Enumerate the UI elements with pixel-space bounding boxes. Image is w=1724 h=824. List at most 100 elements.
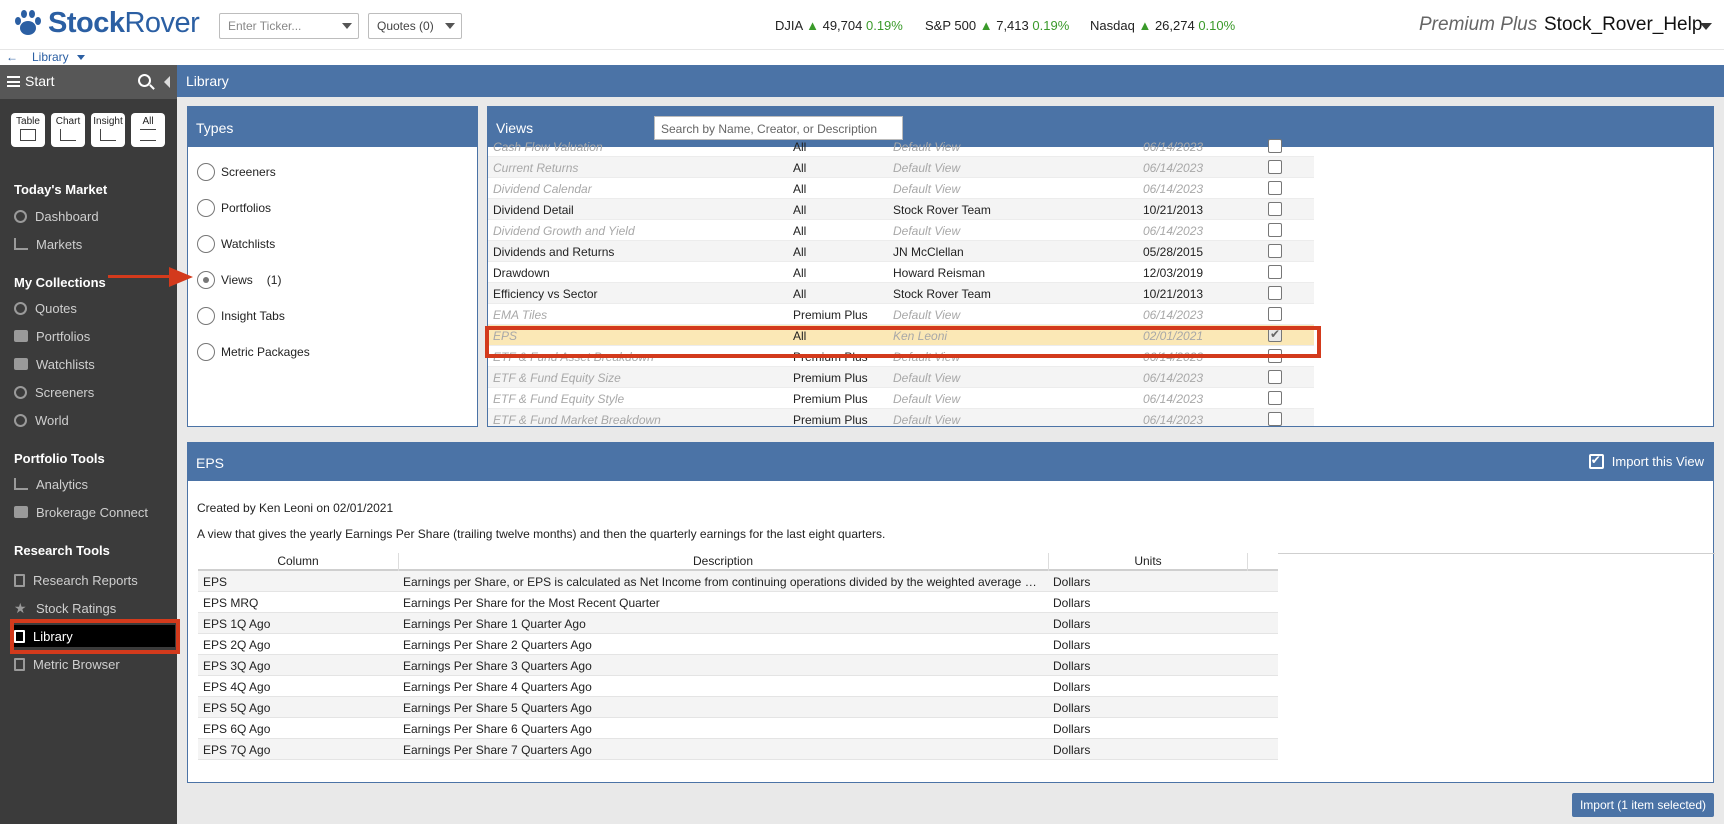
import-this-view-checkbox[interactable]: Import this View — [1588, 453, 1704, 469]
view-import-checkbox[interactable] — [1268, 139, 1282, 153]
chevron-down-icon[interactable] — [342, 23, 352, 29]
sidebar-item-markets[interactable]: Markets — [14, 233, 174, 255]
chevron-down-icon[interactable] — [445, 23, 455, 29]
view-name: ETF & Fund Equity Size — [493, 371, 621, 385]
radio-button[interactable] — [197, 235, 215, 253]
cell-units: Dollars — [1053, 722, 1091, 736]
radio-button[interactable] — [197, 163, 215, 181]
view-row[interactable]: Dividend Growth and Yield All Default View… — [488, 220, 1314, 241]
view-import-checkbox[interactable] — [1268, 202, 1282, 216]
view-row[interactable]: ETF & Fund Equity Style Premium Plus Defau… — [488, 388, 1314, 409]
view-import-checkbox[interactable] — [1268, 244, 1282, 258]
index-name: Nasdaq — [1090, 18, 1135, 33]
view-row[interactable]: EMA Tiles Premium Plus Default View 06/14/2… — [488, 304, 1314, 325]
type-radio-screeners[interactable]: Screeners — [197, 162, 276, 182]
view-tier: All — [793, 161, 807, 175]
view-tier: All — [793, 287, 807, 301]
index-change: 0.10% — [1198, 18, 1236, 33]
views-scrollbar[interactable] — [1705, 147, 1713, 426]
sidebar-item-stock-ratings[interactable]: ★ Stock Ratings — [14, 597, 174, 619]
quick-insight-button[interactable]: Insight — [91, 113, 125, 147]
quick-table-button[interactable]: Table — [11, 113, 45, 147]
sidebar-item-screeners[interactable]: Screeners — [14, 381, 174, 403]
quick-chart-button[interactable]: Chart — [51, 113, 85, 147]
up-arrow-icon: ▲ — [979, 18, 993, 33]
index-nasdaq[interactable]: Nasdaq ▲ 26,274 0.10% — [1090, 18, 1235, 33]
radio-button[interactable] — [197, 199, 215, 217]
sidebar-item-brokerage-connect[interactable]: Brokerage Connect — [14, 501, 174, 523]
breadcrumb-library[interactable]: Library — [32, 50, 69, 64]
sidebar-header: Start — [0, 65, 177, 99]
radio-button[interactable] — [197, 307, 215, 325]
sidebar-item-label: Watchlists — [36, 356, 95, 372]
view-row[interactable]: Efficiency vs Sector All Stock Rover Team 1… — [488, 283, 1314, 304]
view-import-checkbox[interactable] — [1268, 307, 1282, 321]
cell-units: Dollars — [1053, 701, 1091, 715]
types-panel: Types Screeners Portfolios Watchlists Vi… — [187, 106, 478, 427]
table-row: EPS 6Q Ago Earnings Per Share 6 Quarters … — [198, 718, 1278, 739]
checkbox-checked-icon[interactable] — [1588, 453, 1604, 469]
view-import-checkbox[interactable] — [1268, 412, 1282, 426]
chevron-down-icon[interactable] — [1700, 23, 1712, 30]
index-change: 0.19% — [1032, 18, 1070, 33]
header-description[interactable]: Description — [398, 554, 1048, 568]
sidebar-item-research-reports[interactable]: Research Reports — [14, 569, 174, 591]
quotes-icon — [14, 301, 27, 315]
view-date: 06/14/2023 — [1143, 308, 1204, 322]
sidebar-item-portfolios[interactable]: Portfolios — [14, 325, 174, 347]
back-arrow-icon[interactable]: ← — [6, 50, 18, 64]
view-import-checkbox[interactable] — [1268, 265, 1282, 279]
radio-button-selected[interactable] — [197, 271, 215, 289]
sidebar-title[interactable]: Start — [25, 73, 55, 89]
sidebar-item-metric-browser[interactable]: Metric Browser — [14, 653, 174, 675]
view-date: 05/28/2015 — [1143, 245, 1204, 259]
type-radio-insight-tabs[interactable]: Insight Tabs — [197, 306, 285, 326]
view-creator: JN McClellan — [893, 245, 964, 259]
type-radio-metric-packages[interactable]: Metric Packages — [197, 342, 310, 362]
import-this-view-label: Import this View — [1611, 454, 1704, 469]
quick-all-button[interactable]: All — [131, 113, 165, 147]
sidebar-item-analytics[interactable]: Analytics — [14, 473, 174, 495]
header-units[interactable]: Units — [1048, 554, 1248, 568]
view-creator: Default View — [893, 182, 961, 196]
menu-icon[interactable] — [7, 76, 20, 87]
stockrover-logo[interactable]: StockRover — [14, 6, 200, 40]
view-import-checkbox[interactable] — [1268, 286, 1282, 300]
user-menu[interactable]: Stock_Rover_Help — [1544, 14, 1702, 36]
view-import-checkbox[interactable] — [1268, 370, 1282, 384]
view-row[interactable]: Cash Flow Valuation All Default View 06/14/… — [488, 136, 1314, 157]
sidebar-item-watchlists[interactable]: Watchlists — [14, 353, 174, 375]
view-row[interactable]: ETF & Fund Equity Size Premium Plus Defaul… — [488, 367, 1314, 388]
import-button[interactable]: Import (1 item selected) — [1572, 793, 1714, 817]
index-change: 0.19% — [865, 18, 903, 33]
view-import-checkbox[interactable] — [1268, 181, 1282, 195]
search-icon[interactable] — [138, 74, 151, 87]
view-row[interactable]: ETF & Fund Market Breakdown Premium Plus D… — [488, 409, 1314, 426]
view-import-checkbox[interactable] — [1268, 160, 1282, 174]
ticker-input[interactable]: Enter Ticker... — [219, 13, 359, 39]
index-djia[interactable]: DJIA ▲ 49,704 0.19% — [775, 18, 903, 33]
view-row[interactable]: Current Returns All Default View 06/14/2023 — [488, 157, 1314, 178]
view-row[interactable]: Dividend Detail All Stock Rover Team 10/21/… — [488, 199, 1314, 220]
radio-button[interactable] — [197, 343, 215, 361]
sidebar-item-dashboard[interactable]: Dashboard — [14, 205, 174, 227]
sidebar-item-quotes[interactable]: Quotes — [14, 297, 174, 319]
header-column[interactable]: Column — [198, 554, 398, 568]
view-row[interactable]: Dividends and Returns All JN McClellan 05/2… — [488, 241, 1314, 262]
view-import-checkbox[interactable] — [1268, 223, 1282, 237]
type-radio-watchlists[interactable]: Watchlists — [197, 234, 275, 254]
view-import-checkbox[interactable] — [1268, 391, 1282, 405]
type-radio-views[interactable]: Views (1) — [197, 270, 281, 290]
index-sp500[interactable]: S&P 500 ▲ 7,413 0.19% — [925, 18, 1069, 33]
type-radio-portfolios[interactable]: Portfolios — [197, 198, 271, 218]
library-header: Library — [177, 65, 1724, 97]
quotes-dropdown[interactable]: Quotes (0) — [368, 13, 462, 39]
collapse-sidebar-icon[interactable] — [164, 76, 170, 88]
view-row[interactable]: Dividend Calendar All Default View 06/14/20… — [488, 178, 1314, 199]
insight-icon — [100, 129, 116, 141]
sidebar-item-world[interactable]: World — [14, 409, 174, 431]
sidebar-item-label: Analytics — [36, 476, 89, 492]
view-row[interactable]: Drawdown All Howard Reisman 12/03/2019 — [488, 262, 1314, 283]
section-research-tools: Research Tools — [14, 543, 110, 558]
chevron-down-icon[interactable] — [76, 54, 85, 60]
